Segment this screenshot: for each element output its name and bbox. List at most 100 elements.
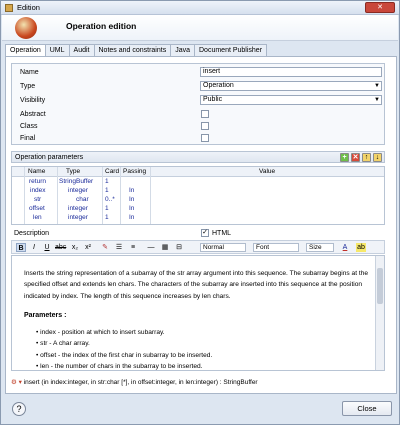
strikethrough-button[interactable]: abc (55, 243, 66, 252)
class-checkbox[interactable] (201, 122, 209, 130)
window-close-button[interactable]: ✕ (365, 2, 395, 13)
html-checkbox[interactable]: ✓ (201, 229, 209, 237)
final-checkbox[interactable] (201, 134, 209, 142)
title-bar: Edition ✕ (1, 1, 399, 15)
list-item: • len - the number of chars in the subar… (36, 362, 203, 370)
table-row[interactable]: offset integer 1 In (12, 205, 384, 214)
list-item: • str - A char array. (36, 340, 90, 348)
parameters-table: Name Type Card Passing Value return Stri… (11, 166, 385, 225)
font-select-value: Font (256, 244, 270, 251)
table-row[interactable]: len integer 1 In (12, 214, 384, 223)
param-name: str (34, 196, 42, 203)
description-text: Inserts the string representation of a s… (24, 270, 369, 300)
param-type: char (76, 196, 89, 203)
dialog-footer: ? Close (2, 397, 398, 424)
parameters-section-label: Operation parameters (15, 154, 84, 161)
type-select[interactable]: Operation ▼ (200, 81, 382, 91)
description-label: Description (14, 230, 50, 237)
description-editor[interactable]: Inserts the string representation of a s… (11, 255, 385, 371)
parameters-heading: Parameters : (24, 312, 67, 319)
parameters-header: Operation parameters + ✕ ↑ ↓ (11, 151, 385, 163)
bold-button[interactable]: B (16, 243, 26, 252)
move-down-button[interactable]: ↓ (373, 153, 382, 162)
table-icon[interactable]: ▦ (160, 243, 170, 252)
editor-scrollbar[interactable] (375, 256, 384, 370)
link-icon[interactable]: ⊟ (174, 243, 184, 252)
param-card: 1 (105, 187, 109, 194)
window-title: Edition (17, 3, 40, 12)
tab-java[interactable]: Java (170, 44, 195, 56)
class-label: Class (20, 123, 38, 130)
style-select-value: Normal (203, 244, 224, 251)
abstract-checkbox[interactable] (201, 110, 209, 118)
tab-document-publisher[interactable]: Document Publisher (194, 44, 268, 56)
add-parameter-button[interactable]: + (340, 153, 349, 162)
html-label: HTML (212, 230, 232, 237)
list-item: • index - position at which to insert su… (36, 329, 165, 336)
param-card: 1 (105, 214, 109, 221)
table-row[interactable]: str char 0..* In (12, 196, 384, 205)
param-passing: In (129, 205, 135, 212)
move-up-button[interactable]: ↑ (362, 153, 371, 162)
param-type: StringBuffer (59, 178, 94, 185)
signature-text: insert (in index:integer, in str:char [*… (23, 379, 258, 386)
font-select[interactable]: Font (253, 243, 299, 252)
chevron-down-icon: ▼ (374, 83, 380, 89)
subscript-button[interactable]: x₂ (70, 243, 80, 252)
column-type: Type (66, 168, 81, 175)
tab-uml[interactable]: UML (44, 44, 70, 56)
clear-format-icon[interactable]: ✎ (100, 243, 110, 252)
column-card: Card (105, 168, 120, 175)
tab-notes-and-constraints[interactable]: Notes and constraints (93, 44, 172, 56)
size-select[interactable]: Size (306, 243, 334, 252)
table-row[interactable]: return StringBuffer 1 (12, 178, 384, 187)
param-card: 0..* (105, 196, 115, 203)
underline-button[interactable]: U (42, 243, 52, 252)
parameters-table-header: Name Type Card Passing Value (12, 167, 384, 177)
column-name: Name (28, 168, 46, 175)
list-item-text: offset - the index of the first char in … (40, 351, 213, 359)
list-item-text: len - the number of chars in the subarra… (40, 362, 203, 370)
highlight-color-icon[interactable]: ab (356, 243, 366, 252)
param-name: len (33, 214, 42, 221)
final-label: Final (20, 135, 36, 142)
superscript-button[interactable]: x² (83, 243, 93, 252)
operation-icon (15, 17, 37, 39)
app-icon (5, 4, 13, 12)
param-passing: In (129, 187, 135, 194)
chevron-down-icon: ▼ (374, 97, 380, 103)
editor-toolbar: B I U abc x₂ x² ✎ ☰ ≡ — ▦ ⊟ Normal Font … (11, 240, 385, 254)
param-name: index (30, 187, 46, 194)
column-passing: Passing (123, 168, 147, 175)
text-color-icon[interactable]: A (340, 243, 350, 252)
style-select[interactable]: Normal (200, 243, 246, 252)
help-button[interactable]: ? (12, 402, 26, 416)
close-button[interactable]: Close (342, 401, 392, 416)
bullet-list-icon[interactable]: ≡ (128, 243, 138, 252)
parameters-toolbar: + ✕ ↑ ↓ (340, 153, 382, 162)
scrollbar-thumb[interactable] (377, 268, 383, 304)
tab-bar: Operation UML Audit Notes and constraint… (5, 44, 268, 57)
list-item-text: index - position at which to insert suba… (40, 329, 165, 336)
operation-icon: ⚙ ▾ (11, 379, 22, 386)
param-passing: In (129, 196, 135, 203)
description-header: Description ✓ HTML (11, 228, 385, 239)
param-type: integer (68, 214, 88, 221)
param-card: 1 (105, 205, 109, 212)
list-item-text: str - A char array. (40, 340, 90, 348)
type-select-value: Operation (203, 82, 234, 89)
numbered-list-icon[interactable]: ☰ (114, 243, 124, 252)
column-value: Value (259, 168, 276, 175)
tab-audit[interactable]: Audit (68, 44, 95, 56)
visibility-select[interactable]: Public ▼ (200, 95, 382, 105)
parameters-list: • index - position at which to insert su… (36, 327, 213, 370)
table-row[interactable]: index integer 1 In (12, 187, 384, 196)
param-type: integer (68, 205, 88, 212)
insert-line-icon[interactable]: — (146, 243, 156, 252)
param-passing: In (129, 214, 135, 221)
delete-parameter-button[interactable]: ✕ (351, 153, 360, 162)
operation-signature: ⚙ ▾ insert (in index:integer, in str:cha… (11, 378, 258, 386)
italic-button[interactable]: I (29, 243, 39, 252)
name-label: Name (20, 69, 39, 76)
name-field[interactable]: insert (200, 67, 382, 77)
